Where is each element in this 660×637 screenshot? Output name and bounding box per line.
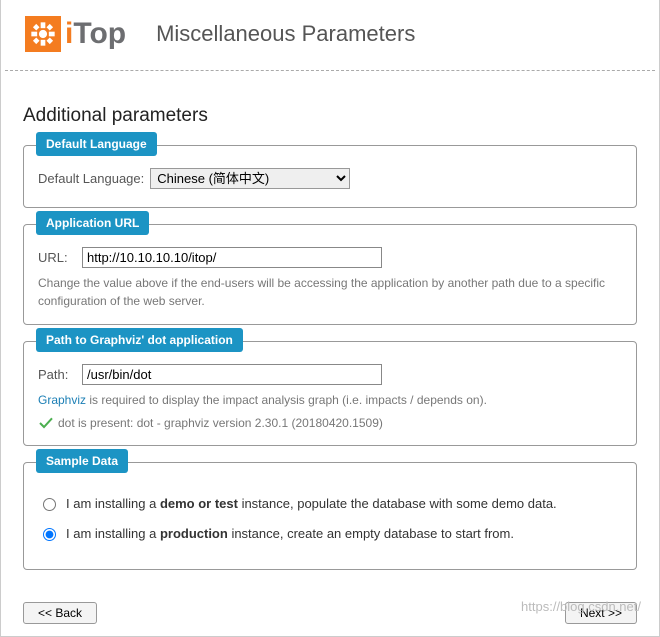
url-hint: Change the value above if the end-users … [38,274,622,310]
sample-data-legend: Sample Data [36,449,128,473]
default-language-select[interactable]: Chinese (简体中文) [150,168,350,189]
graphviz-path-input[interactable] [82,364,382,385]
graphviz-hint-text: is required to display the impact analys… [86,393,487,407]
checkmark-icon [38,415,54,431]
sample-data-box: Sample Data I am installing a demo or te… [23,462,637,570]
back-button[interactable]: << Back [23,602,97,624]
section-title: Additional parameters [23,105,637,127]
next-button[interactable]: Next >> [565,602,637,624]
header: iTop Miscellaneous Parameters [5,8,655,71]
default-language-legend: Default Language [36,132,157,156]
graphviz-check-row: dot is present: dot - graphviz version 2… [38,415,622,431]
url-input[interactable] [82,247,382,268]
url-label: URL: [38,250,76,265]
logo-text-top: Top [73,19,126,49]
logo-icon [25,16,61,52]
sample-data-demo-radio[interactable] [43,498,56,511]
sample-data-demo-option[interactable]: I am installing a demo or test instance,… [38,495,622,511]
page-title: Miscellaneous Parameters [156,21,415,47]
sample-data-demo-label: I am installing a demo or test instance,… [66,496,557,511]
graphviz-legend: Path to Graphviz' dot application [36,328,243,352]
sample-data-production-label: I am installing a production instance, c… [66,526,514,541]
graphviz-link[interactable]: Graphviz [38,393,86,407]
default-language-label: Default Language: [38,171,144,186]
default-language-box: Default Language Default Language: Chine… [23,145,637,208]
graphviz-hint: Graphviz is required to display the impa… [38,391,622,409]
logo: iTop [25,16,126,52]
sample-data-production-radio[interactable] [43,528,56,541]
graphviz-check-text: dot is present: dot - graphviz version 2… [58,416,383,430]
sample-data-production-option[interactable]: I am installing a production instance, c… [38,525,622,541]
graphviz-path-label: Path: [38,367,76,382]
footer: << Back Next >> [1,596,659,624]
logo-text: iTop [65,19,126,49]
graphviz-box: Path to Graphviz' dot application Path: … [23,341,637,446]
logo-text-i: i [65,19,73,49]
application-url-legend: Application URL [36,211,149,235]
application-url-box: Application URL URL: Change the value ab… [23,224,637,325]
